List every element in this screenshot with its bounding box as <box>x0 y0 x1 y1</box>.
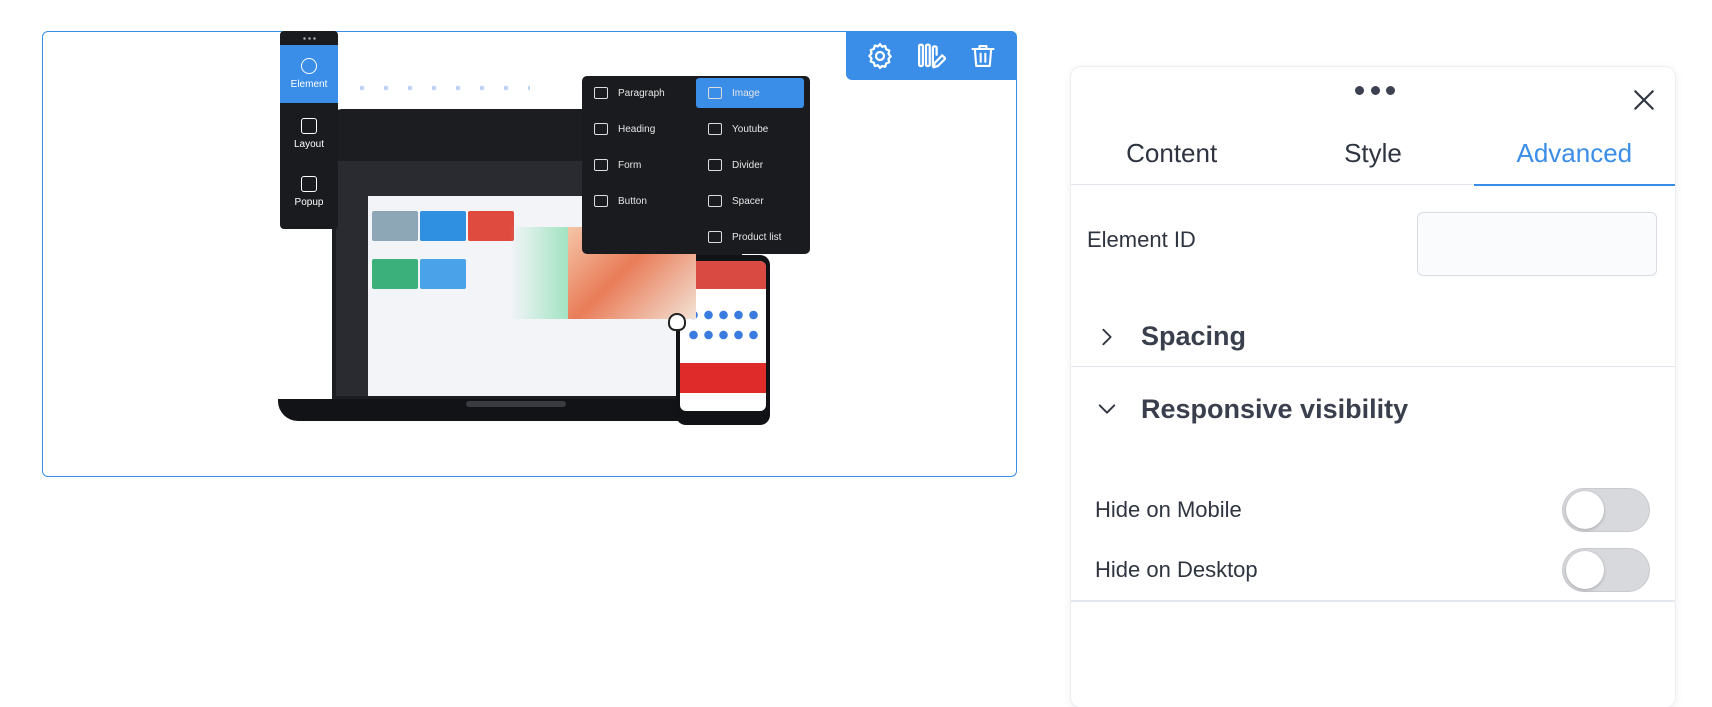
hide-on-mobile-toggle[interactable] <box>1562 488 1650 532</box>
hand-cursor-icon <box>668 313 686 331</box>
panel-item-label: Popup <box>294 197 324 208</box>
menu-item-label: Product list <box>732 231 782 243</box>
button-icon <box>594 195 608 207</box>
laptop-notch <box>466 401 566 407</box>
panel-item-label: Layout <box>293 139 325 150</box>
plus-circle-icon <box>301 58 317 74</box>
chevron-down-icon <box>1098 404 1116 414</box>
columns-edit-icon <box>918 43 947 68</box>
paragraph-icon <box>594 87 608 99</box>
phone-sale-banner <box>680 363 766 393</box>
section-divider <box>1071 600 1675 602</box>
tab-content[interactable]: Content <box>1071 123 1272 184</box>
hide-on-desktop-label: Hide on Desktop <box>1095 557 1258 582</box>
phone-icon-row <box>686 329 760 341</box>
product-illustration: Element Layout Popup Paragraph Image Hea… <box>270 31 826 431</box>
menu-item-spacer: Spacer <box>696 186 804 216</box>
thumbnail <box>420 259 466 289</box>
heading-icon <box>594 123 608 135</box>
responsive-visibility-section-title: Responsive visibility <box>1141 393 1409 424</box>
toggle-knob <box>1566 551 1604 589</box>
properties-panel: Content Style Advanced Element ID Spacin… <box>1071 67 1676 707</box>
panel-item-popup: Popup <box>280 163 338 221</box>
responsive-visibility-section-header[interactable]: Responsive visibility <box>1071 369 1675 449</box>
spacing-section-title: Spacing <box>1141 321 1247 351</box>
block-toolbar <box>846 31 1017 80</box>
menu-item-youtube: Youtube <box>696 114 804 144</box>
menu-item-label: Paragraph <box>618 87 665 99</box>
laptop-app-sidebar <box>336 196 368 396</box>
hide-on-desktop-row: Hide on Desktop <box>1071 545 1675 595</box>
menu-item-label: Spacer <box>732 195 764 207</box>
menu-item-form: Form <box>582 150 694 180</box>
settings-button[interactable] <box>860 36 900 76</box>
grip-icon <box>302 37 316 40</box>
menu-item-label: Heading <box>618 123 656 135</box>
thumbnail <box>372 259 418 289</box>
edit-columns-button[interactable] <box>911 36 951 76</box>
thumbnail <box>468 211 514 241</box>
menu-item-divider: Divider <box>696 150 804 180</box>
menu-item-image: Image <box>696 78 804 108</box>
spacer-icon <box>708 195 722 207</box>
youtube-icon <box>708 123 722 135</box>
element-id-input[interactable] <box>1417 212 1657 276</box>
element-menu: Paragraph Image Heading Youtube Form Div… <box>582 76 810 254</box>
image-icon <box>708 87 722 99</box>
popup-icon <box>301 176 317 192</box>
hide-on-mobile-row: Hide on Mobile <box>1071 485 1675 535</box>
menu-item-button: Button <box>582 186 694 216</box>
thumbnail <box>372 211 418 241</box>
editor-left-panel: Element Layout Popup <box>280 31 338 229</box>
trash-icon <box>971 44 995 67</box>
menu-item-product-list: Product list <box>696 222 804 252</box>
menu-item-heading: Heading <box>582 114 694 144</box>
panel-item-layout: Layout <box>280 105 338 163</box>
tab-style[interactable]: Style <box>1272 123 1473 184</box>
hide-on-mobile-label: Hide on Mobile <box>1095 497 1242 522</box>
element-id-label: Element ID <box>1087 227 1196 252</box>
chevron-right-icon <box>1102 328 1112 345</box>
panel-item-element: Element <box>280 45 338 103</box>
menu-item-label: Youtube <box>732 123 769 135</box>
menu-item-label: Image <box>732 87 760 99</box>
phone-icon-row <box>686 309 760 321</box>
thumbnail <box>420 211 466 241</box>
spacing-section-header[interactable]: Spacing <box>1071 307 1675 367</box>
menu-item-label: Divider <box>732 159 764 171</box>
delete-button[interactable] <box>963 36 1003 76</box>
drag-handle-icon[interactable] <box>1355 83 1395 97</box>
divider-icon <box>708 159 722 171</box>
layout-icon <box>301 118 317 134</box>
panel-item-label: Element <box>290 79 328 90</box>
panel-tabs: Content Style Advanced <box>1071 123 1676 186</box>
decorative-gradient <box>510 227 570 319</box>
toggle-knob <box>1566 491 1604 529</box>
gear-icon <box>868 42 892 69</box>
tab-advanced[interactable]: Advanced <box>1473 123 1676 186</box>
hide-on-desktop-toggle[interactable] <box>1562 548 1650 592</box>
product-list-icon <box>708 231 722 243</box>
close-button[interactable] <box>1629 85 1659 115</box>
form-icon <box>594 159 608 171</box>
close-icon <box>1634 90 1654 110</box>
menu-item-label: Button <box>618 195 647 207</box>
menu-item-paragraph: Paragraph <box>582 78 694 108</box>
menu-item-label: Form <box>618 159 642 171</box>
